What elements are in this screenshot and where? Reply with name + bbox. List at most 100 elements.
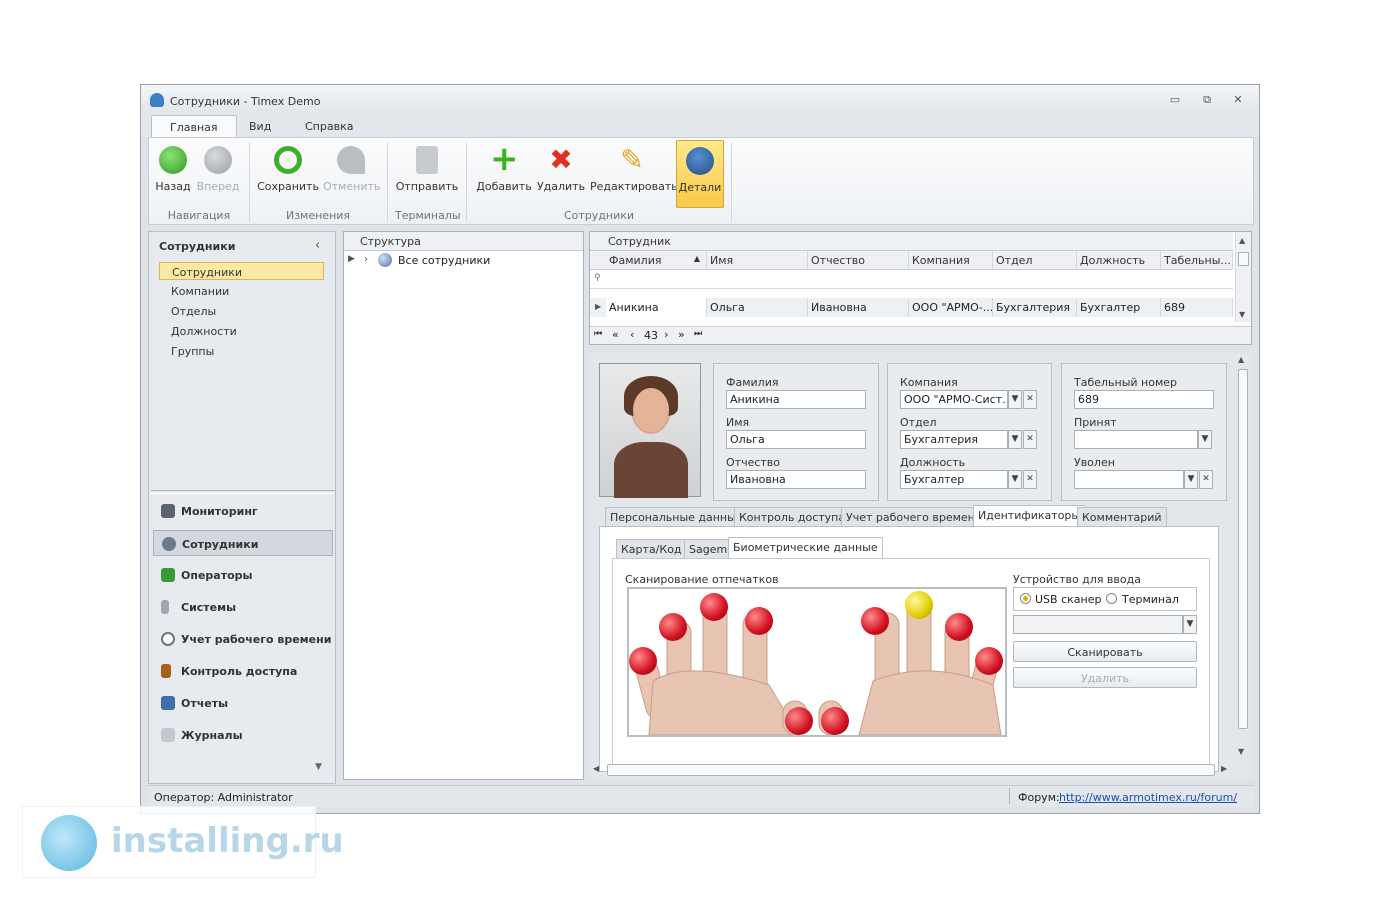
details-horizontal-scrollbar[interactable]: ◀ ▶ [593, 763, 1233, 777]
close-button[interactable]: ✕ [1228, 93, 1248, 107]
details-vertical-scrollbar[interactable]: ▲ ▼ [1236, 353, 1250, 761]
tree-root-all-employees[interactable]: Все сотрудники [398, 254, 490, 267]
radio-usb[interactable] [1020, 593, 1031, 604]
scroll-thumb[interactable] [1238, 369, 1248, 729]
back-button[interactable]: Назад [153, 140, 193, 208]
scroll-thumb[interactable] [1238, 252, 1249, 266]
clear-icon[interactable]: ✕ [1023, 430, 1037, 449]
nav-item-groups[interactable]: Группы [159, 342, 324, 360]
subtab-card-code[interactable]: Карта/Код [616, 539, 687, 559]
forum-link[interactable]: http://www.armotimex.ru/forum/ [1059, 791, 1237, 804]
tabnum-field[interactable]: 689 [1074, 390, 1214, 409]
lastname-field[interactable]: Аникина [726, 390, 866, 409]
module-access-control[interactable]: Контроль доступа [153, 658, 333, 684]
nav-item-employees[interactable]: Сотрудники [159, 262, 324, 280]
fired-date[interactable] [1074, 470, 1184, 489]
cell-company[interactable]: ООО "АРМО-... [909, 298, 993, 317]
filter-row[interactable]: ⚲ [590, 270, 1233, 289]
finger-left-ring[interactable] [659, 613, 687, 641]
module-employees[interactable]: Сотрудники [153, 530, 333, 556]
module-monitoring[interactable]: Мониторинг [153, 498, 333, 524]
tab-access[interactable]: Контроль доступа [734, 507, 851, 527]
tab-help[interactable]: Справка [287, 115, 371, 137]
cell-firstname[interactable]: Ольга [707, 298, 808, 317]
module-reports[interactable]: Отчеты [153, 690, 333, 716]
cell-middlename[interactable]: Ивановна [808, 298, 909, 317]
chevron-down-icon[interactable]: ▼ [315, 762, 322, 772]
prev-page-button[interactable]: « [612, 328, 619, 341]
tab-comment[interactable]: Комментарий [1077, 507, 1167, 527]
forward-button[interactable]: Вперед [195, 140, 241, 208]
scan-button[interactable]: Сканировать [1013, 641, 1197, 662]
finger-left-thumb[interactable] [785, 707, 813, 735]
finger-right-index[interactable] [861, 607, 889, 635]
last-record-button[interactable]: ⏭ [694, 329, 702, 339]
splitter[interactable] [151, 490, 335, 494]
tab-identifiers[interactable]: Идентификаторы [973, 505, 1086, 527]
scroll-down-icon[interactable]: ▼ [1238, 747, 1244, 756]
tab-timesheet[interactable]: Учет рабочего времени [841, 507, 988, 527]
finger-right-middle-selected[interactable] [905, 591, 933, 619]
delete-button[interactable]: ✖ Удалить [536, 140, 586, 208]
cell-lastname[interactable]: Аникина [606, 298, 707, 317]
col-header-tabnum[interactable]: Табельны... [1161, 251, 1233, 270]
cell-position[interactable]: Бухгалтер [1077, 298, 1161, 317]
subtab-biometric[interactable]: Биометрические данные [728, 537, 883, 559]
first-record-button[interactable]: ⏮ [594, 329, 602, 339]
minimize-button[interactable]: ▭ [1165, 93, 1185, 107]
collapse-icon[interactable]: ‹ [315, 238, 320, 253]
finger-left-pinky[interactable] [629, 647, 657, 675]
nav-item-departments[interactable]: Отделы [159, 302, 324, 320]
position-select[interactable]: Бухгалтер [900, 470, 1008, 489]
expand-icon[interactable]: › [364, 254, 368, 265]
col-header-middlename[interactable]: Отчество [808, 251, 909, 270]
chevron-down-icon[interactable]: ▼ [1008, 470, 1022, 489]
col-header-department[interactable]: Отдел [993, 251, 1077, 270]
details-button[interactable]: Детали [676, 140, 724, 208]
tab-home[interactable]: Главная [151, 115, 237, 137]
finger-right-thumb[interactable] [821, 707, 849, 735]
nav-item-companies[interactable]: Компании [159, 282, 324, 300]
chevron-down-icon[interactable]: ▼ [1183, 615, 1197, 634]
scroll-thumb[interactable] [607, 764, 1215, 776]
tab-view[interactable]: Вид [231, 115, 289, 137]
finger-right-pinky[interactable] [975, 647, 1003, 675]
nav-item-positions[interactable]: Должности [159, 322, 324, 340]
finger-left-middle[interactable] [700, 593, 728, 621]
clear-icon[interactable]: ✕ [1199, 470, 1213, 489]
next-record-button[interactable]: › [664, 328, 668, 341]
radio-terminal[interactable] [1106, 593, 1117, 604]
hired-date[interactable] [1074, 430, 1198, 449]
scroll-up-icon[interactable]: ▲ [1238, 355, 1244, 364]
chevron-down-icon[interactable]: ▼ [1008, 430, 1022, 449]
scroll-down-icon[interactable]: ▼ [1239, 310, 1245, 319]
restore-button[interactable]: ⧉ [1197, 93, 1217, 107]
undo-button[interactable]: Отменить [323, 140, 380, 208]
chevron-down-icon[interactable]: ▼ [1184, 470, 1198, 489]
dept-select[interactable]: Бухгалтерия [900, 430, 1008, 449]
clear-icon[interactable]: ✕ [1023, 390, 1037, 409]
delete-fingerprint-button[interactable]: Удалить [1013, 667, 1197, 688]
col-header-firstname[interactable]: Имя [707, 251, 808, 270]
finger-right-ring[interactable] [945, 613, 973, 641]
finger-left-index[interactable] [745, 607, 773, 635]
edit-button[interactable]: ✎ Редактировать [590, 140, 678, 208]
save-button[interactable]: Сохранить [257, 140, 319, 208]
grid-vertical-scrollbar[interactable]: ▲ ▼ [1235, 232, 1251, 322]
module-operators[interactable]: Операторы [153, 562, 333, 588]
chevron-down-icon[interactable]: ▼ [1198, 430, 1212, 449]
module-systems[interactable]: Системы [153, 594, 333, 620]
col-header-position[interactable]: Должность [1077, 251, 1161, 270]
cell-department[interactable]: Бухгалтерия [993, 298, 1077, 317]
firstname-field[interactable]: Ольга [726, 430, 866, 449]
chevron-down-icon[interactable]: ▼ [1008, 390, 1022, 409]
prev-record-button[interactable]: ‹ [630, 328, 634, 341]
scroll-up-icon[interactable]: ▲ [1239, 236, 1245, 245]
next-page-button[interactable]: » [678, 328, 685, 341]
table-row[interactable]: ▶ Аникина Ольга Ивановна ООО "АРМО-... Б… [590, 298, 1233, 317]
scroll-left-icon[interactable]: ◀ [593, 764, 599, 773]
middlename-field[interactable]: Ивановна [726, 470, 866, 489]
company-select[interactable]: ООО "АРМО-Сист... [900, 390, 1008, 409]
title-bar[interactable]: Сотрудники - Timex Demo ▭ ⧉ ✕ [141, 85, 1259, 113]
clear-icon[interactable]: ✕ [1023, 470, 1037, 489]
